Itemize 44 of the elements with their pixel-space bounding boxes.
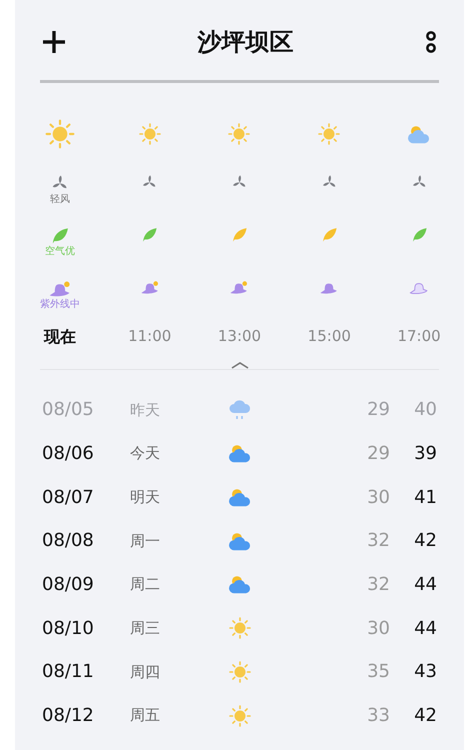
low-temperature: 35: [366, 660, 390, 684]
forecast-day: 周四: [130, 660, 225, 684]
high-temperature: 43: [413, 660, 437, 684]
hour-time: 17:00: [397, 326, 441, 347]
forecast-day: 周二: [130, 573, 225, 596]
low-temperature: 29: [366, 442, 390, 466]
hour-time: 15:00: [308, 326, 351, 347]
chevron-up-icon[interactable]: [230, 361, 250, 369]
forecast-date: 08/07: [42, 486, 95, 510]
forecast-date: 08/12: [42, 704, 95, 728]
air-quality-label: 空气优: [44, 245, 75, 259]
forecast-day: 昨天: [130, 398, 225, 422]
add-icon[interactable]: [41, 29, 67, 55]
forecast-day: 周一: [130, 530, 225, 552]
high-temperature: 44: [413, 616, 437, 641]
high-temperature: 40: [413, 398, 437, 422]
hour-time: 11:00: [128, 326, 172, 347]
wind-label: 轻风: [50, 193, 70, 207]
forecast-date: 08/10: [42, 616, 95, 641]
more-icon[interactable]: [424, 29, 438, 55]
low-temperature: 30: [366, 616, 390, 641]
forecast-day: 明天: [130, 486, 225, 508]
forecast-day: 周三: [130, 617, 225, 640]
forecast-date: 08/06: [42, 442, 95, 466]
city-title: 沙坪坝区: [198, 27, 294, 58]
high-temperature: 41: [413, 486, 437, 510]
high-temperature: 39: [413, 442, 437, 466]
high-temperature: 42: [413, 704, 437, 728]
hour-time: 13:00: [218, 326, 262, 347]
forecast-date: 08/08: [42, 529, 95, 554]
forecast-date: 08/11: [42, 660, 95, 684]
low-temperature: 32: [366, 573, 390, 598]
high-temperature: 42: [413, 529, 437, 554]
forecast-date: 08/09: [42, 573, 95, 598]
low-temperature: 32: [366, 529, 390, 554]
forecast-date: 08/05: [42, 398, 95, 422]
low-temperature: 30: [366, 486, 390, 510]
forecast-day: 周五: [130, 704, 225, 727]
low-temperature: 33: [366, 704, 390, 728]
low-temperature: 29: [366, 398, 390, 422]
uv-label: 紫外线中: [40, 298, 80, 312]
hour-time: 现在: [44, 326, 76, 348]
forecast-day: 今天: [130, 442, 225, 465]
high-temperature: 44: [413, 573, 437, 598]
